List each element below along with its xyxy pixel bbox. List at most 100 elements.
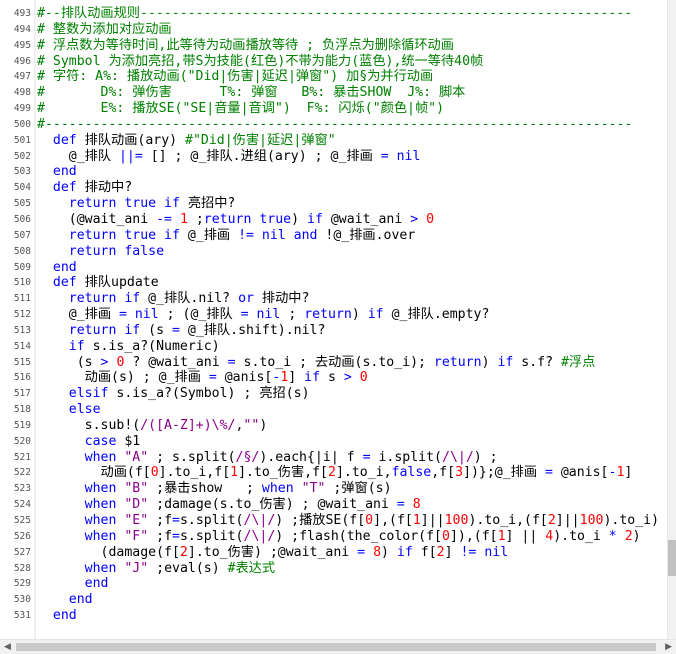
code-line[interactable]: 517 elsif s.is_a?(Symbol) ; 亮招(s) xyxy=(0,386,668,402)
code-text[interactable]: when "D" ;damage(s.to_伤害) ; @wait_ani = … xyxy=(37,497,421,513)
code-text[interactable]: return true if @_排画 != nil and !@_排画.ove… xyxy=(37,228,416,244)
code-token: /\|/ xyxy=(442,449,474,465)
code-line[interactable]: 518 else xyxy=(0,402,668,418)
code-line[interactable]: 511 return if @_排队.nil? or 排动中? xyxy=(0,291,668,307)
code-line[interactable]: 515 (s > 0 ? @wait_ani = s.to_i ; 去动画(s.… xyxy=(0,355,668,371)
code-line[interactable]: 498 # D%: 弹伤害 T%: 弹窗 B%: 暴击SHOW J%: 脚本 xyxy=(0,85,668,101)
code-token: 2 xyxy=(547,513,556,528)
code-text[interactable]: def 排队update xyxy=(37,275,159,291)
code-line[interactable]: 504 def 排动中? xyxy=(0,180,668,196)
code-line[interactable]: 510 def 排队update xyxy=(0,275,668,291)
code-text[interactable]: # E%: 播放SE("SE|音量|音调") F%: 闪烁("颜色|帧") xyxy=(37,101,444,117)
code-text[interactable]: elsif s.is_a?(Symbol) ; 亮招(s) xyxy=(37,386,310,402)
code-line[interactable]: 493 #--排队动画规则----------------------------… xyxy=(0,6,668,22)
code-line[interactable]: 524 when "D" ;damage(s.to_伤害) ; @wait_an… xyxy=(0,497,668,513)
code-text[interactable]: #---------------------------------------… xyxy=(37,117,632,133)
code-text[interactable]: s.sub!(/([A-Z]+)\%/,"") xyxy=(37,418,268,434)
code-token: end xyxy=(84,576,109,592)
code-token: ? @wait_ani xyxy=(124,354,228,370)
code-text[interactable]: when "F" ;f=s.split(/\|/) ;flash(the_col… xyxy=(37,529,641,545)
code-line[interactable]: 496 # Symbol 为添加亮招,带S为技能(红色)不带为能力(蓝色),统一等… xyxy=(0,54,668,70)
code-line[interactable]: 513 return if (s = @_排队.shift).nil? xyxy=(0,323,668,339)
code-text[interactable]: end xyxy=(37,592,93,608)
code-line[interactable]: 523 when "B" ;暴击show ; when "T" ;弹窗(s) xyxy=(0,481,668,497)
code-line[interactable]: 495 # 浮点数为等待时间,此等待为动画播放等待 ; 负浮点为删除循环动画 xyxy=(0,38,668,54)
code-text[interactable]: (damage(f[2].to_伤害) ;@wait_ani = 8) if f… xyxy=(37,545,509,561)
code-text[interactable]: return if @_排队.nil? or 排动中? xyxy=(37,291,310,307)
code-token: ,f[ xyxy=(431,465,456,481)
code-text[interactable]: def 排队动画(ary) #"Did|伤害|延迟|弹窗" xyxy=(37,133,336,149)
code-line[interactable]: 529 end xyxy=(0,576,668,592)
code-line[interactable]: 520 case $1 xyxy=(0,434,668,450)
line-number: 520 xyxy=(13,435,31,447)
code-text[interactable]: # 整数为添加对应动画 xyxy=(37,22,172,38)
code-text[interactable]: def 排动中? xyxy=(37,180,132,196)
code-text[interactable]: 动画(s) ; @_排画 = @anis[-1] if s > 0 xyxy=(37,370,368,386)
code-line[interactable]: 527 (damage(f[2].to_伤害) ;@wait_ani = 8) … xyxy=(0,545,668,561)
code-line[interactable]: 521 when "A" ; s.split(/§/).each{|i| f =… xyxy=(0,450,668,466)
scroll-left-arrow-icon[interactable]: ◀ xyxy=(4,642,11,652)
code-line[interactable]: 497 # 字符: A%: 播放动画("Did|伤害|延迟|弹窗") 加§为并行动… xyxy=(0,69,668,85)
code-line[interactable]: 499 # E%: 播放SE("SE|音量|音调") F%: 闪烁("颜色|帧") xyxy=(0,101,668,117)
code-text[interactable]: @_排画 = nil ; (@_排队 = nil ; return) if @_… xyxy=(37,307,490,323)
vertical-scrollbar[interactable] xyxy=(667,0,676,640)
code-line[interactable]: 528 when "J" ;eval(s) #表达式 xyxy=(0,561,668,577)
code-line[interactable]: 505 return true if 亮招中? xyxy=(0,196,668,212)
code-token: 1 xyxy=(497,528,506,544)
code-text[interactable]: @_排队 ||= [] ; @_排队.进组(ary) ; @_排画 = nil xyxy=(37,149,421,165)
code-line[interactable]: 506 (@wait_ani -= 1 ;return true) if @wa… xyxy=(0,212,668,228)
code-text[interactable]: return false xyxy=(37,244,164,260)
code-text[interactable]: (s > 0 ? @wait_ani = s.to_i ; 去动画(s.to_i… xyxy=(37,354,596,371)
code-line[interactable]: 501 def 排队动画(ary) #"Did|伤害|延迟|弹窗" xyxy=(0,133,668,149)
code-line[interactable]: 508 return false xyxy=(0,244,668,260)
code-line[interactable]: 507 return true if @_排画 != nil and !@_排画… xyxy=(0,228,668,244)
code-token: ] xyxy=(624,465,633,481)
scroll-right-arrow-icon[interactable]: ▶ xyxy=(665,642,672,652)
code-text[interactable]: # D%: 弹伤害 T%: 弹窗 B%: 暴击SHOW J%: 脚本 xyxy=(37,85,465,101)
code-line[interactable]: 531 end xyxy=(0,608,668,624)
code-text[interactable]: end xyxy=(37,608,77,624)
code-text[interactable]: # 字符: A%: 播放动画("Did|伤害|延迟|弹窗") 加§为并行动画 xyxy=(37,69,433,85)
code-text[interactable]: case $1 xyxy=(37,433,141,450)
code-text[interactable]: when "J" ;eval(s) #表达式 xyxy=(37,561,275,577)
code-text[interactable]: when "B" ;暴击show ; when "T" ;弹窗(s) xyxy=(37,481,392,497)
code-text[interactable]: if s.is_a?(Numeric) xyxy=(37,339,220,355)
code-line[interactable]: 514 if s.is_a?(Numeric) xyxy=(0,339,668,355)
code-editor[interactable]: 493 #--排队动画规则----------------------------… xyxy=(0,0,676,654)
code-text[interactable]: end xyxy=(37,164,77,180)
code-line[interactable]: 530 end xyxy=(0,592,668,608)
code-text[interactable]: return if (s = @_排队.shift).nil? xyxy=(37,323,326,339)
code-text[interactable]: (@wait_ani -= 1 ;return true) if @wait_a… xyxy=(37,212,434,228)
code-line[interactable]: 526 when "F" ;f=s.split(/\|/) ;flash(the… xyxy=(0,529,668,545)
code-token: $1 xyxy=(116,433,141,449)
code-text[interactable]: end xyxy=(37,260,77,276)
code-text[interactable]: end xyxy=(37,576,109,592)
vertical-scroll-thumb[interactable] xyxy=(668,540,676,576)
code-text[interactable]: # 浮点数为等待时间,此等待为动画播放等待 ; 负浮点为删除循环动画 xyxy=(37,38,454,54)
code-line[interactable]: 502 @_排队 ||= [] ; @_排队.进组(ary) ; @_排画 = … xyxy=(0,149,668,165)
code-line[interactable]: 503 end xyxy=(0,164,668,180)
code-text[interactable]: else xyxy=(37,402,101,418)
code-line[interactable]: 500 #------------------------------------… xyxy=(0,117,668,133)
code-text[interactable]: when "A" ; s.split(/§/).each{|i| f = i.s… xyxy=(37,450,498,466)
code-text[interactable]: when "E" ;f=s.split(/\|/) ;播放SE(f[0],(f[… xyxy=(37,513,659,529)
horizontal-scroll-thumb[interactable] xyxy=(16,643,656,651)
code-lines[interactable]: 493 #--排队动画规则----------------------------… xyxy=(0,6,668,624)
code-line[interactable]: 516 动画(s) ; @_排画 = @anis[-1] if s > 0 xyxy=(0,370,668,386)
code-text[interactable]: #--排队动画规则-------------------------------… xyxy=(37,6,632,22)
code-text[interactable]: return true if 亮招中? xyxy=(37,196,236,212)
code-text[interactable]: # Symbol 为添加亮招,带S为技能(红色)不带为能力(蓝色),统一等待40… xyxy=(37,54,483,70)
code-text[interactable]: 动画(f[0].to_i,f[1].to_伤害,f[2].to_i,false,… xyxy=(37,465,633,481)
code-line[interactable]: 494 # 整数为添加对应动画 xyxy=(0,22,668,38)
code-token: false xyxy=(391,465,432,481)
horizontal-scrollbar[interactable]: ◀ ▶ xyxy=(0,639,676,654)
code-line[interactable]: 525 when "E" ;f=s.split(/\|/) ;播放SE(f[0]… xyxy=(0,513,668,529)
code-line[interactable]: 522 动画(f[0].to_i,f[1].to_伤害,f[2].to_i,fa… xyxy=(0,465,668,481)
code-line[interactable]: 509 end xyxy=(0,260,668,276)
code-line[interactable]: 519 s.sub!(/([A-Z]+)\%/,"") xyxy=(0,418,668,434)
code-line[interactable]: 512 @_排画 = nil ; (@_排队 = nil ; return) i… xyxy=(0,307,668,323)
code-token: ; xyxy=(187,211,204,227)
